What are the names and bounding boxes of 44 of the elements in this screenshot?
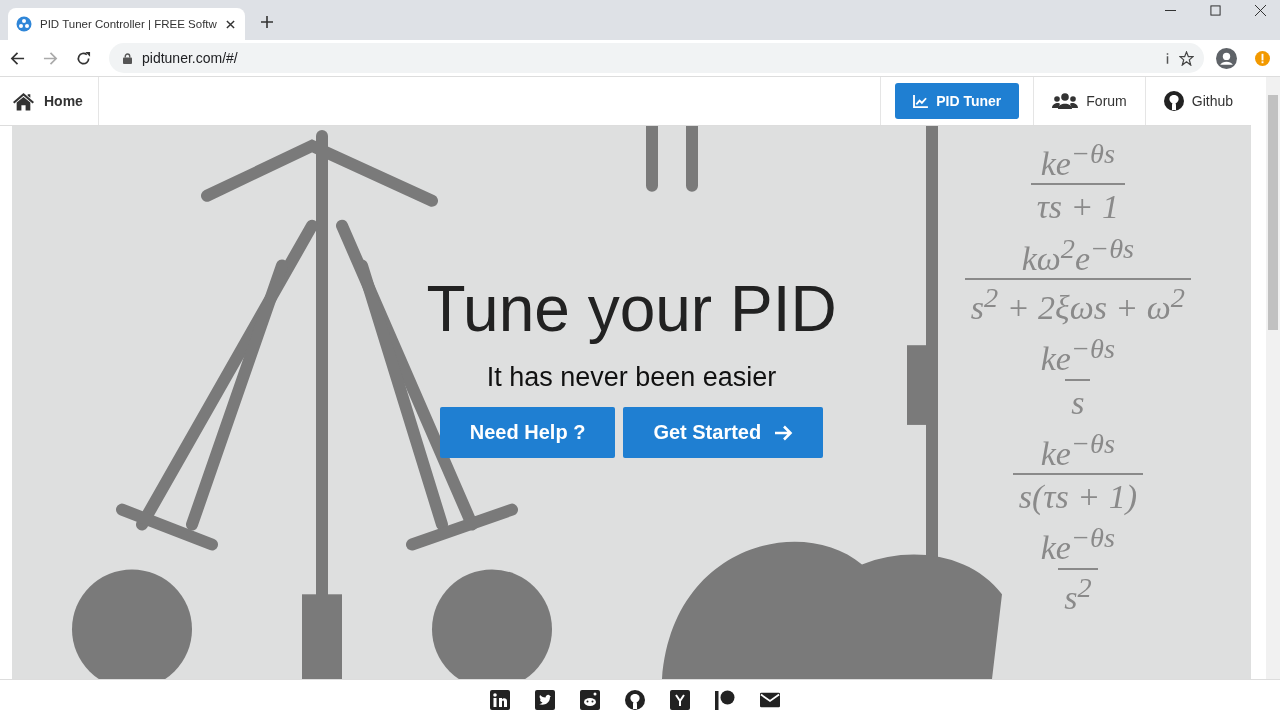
home-icon — [13, 91, 34, 111]
reload-icon[interactable] — [76, 50, 91, 66]
maximize-icon[interactable] — [1210, 5, 1221, 16]
tab-title: PID Tuner Controller | FREE Softw — [40, 18, 218, 30]
formula-numerator: ke$^{−θs}$ — [1039, 522, 1116, 568]
back-icon[interactable] — [10, 50, 25, 66]
favicon-icon — [16, 16, 32, 32]
twitter-icon[interactable] — [535, 690, 555, 710]
home-link[interactable]: Home — [0, 77, 99, 125]
hero-subtitle: It has never been easier — [486, 362, 777, 394]
new-tab-icon[interactable] — [261, 16, 273, 28]
arrow-right-icon — [775, 424, 794, 441]
formula-numerator: ke$^{−θs}$ — [1039, 333, 1116, 379]
formula-numerator: ke$^{−θs}$ — [1039, 138, 1116, 184]
linkedin-icon[interactable] — [490, 690, 510, 710]
lock-icon — [123, 52, 132, 64]
formula-denominator: τs + 1 — [1030, 183, 1126, 227]
info-icon[interactable] — [1166, 51, 1169, 65]
address-bar[interactable]: pidtuner.com/#/ — [109, 43, 1204, 73]
close-icon[interactable] — [1255, 5, 1266, 16]
chart-icon — [913, 94, 929, 108]
mail-icon[interactable] — [760, 690, 780, 710]
hacker-news-icon[interactable] — [670, 690, 690, 710]
browser-tab[interactable]: PID Tuner Controller | FREE Softw — [8, 8, 245, 40]
formula-denominator: s$^{2}$ — [1058, 567, 1098, 618]
users-icon — [1052, 93, 1079, 109]
star-icon[interactable] — [1179, 50, 1194, 66]
nav-link[interactable]: Github — [1159, 82, 1237, 120]
hero-title: Tune your PID — [426, 274, 837, 345]
close-tab-icon[interactable] — [226, 19, 235, 29]
formula-denominator: s$^{2}$ + 2ξωs + ω$^{2}$ — [964, 277, 1191, 328]
formula-denominator: s(τs + 1) — [1012, 473, 1143, 517]
formula-denominator: s — [1065, 378, 1091, 422]
url-text: pidtuner.com/#/ — [142, 50, 238, 66]
profile-icon[interactable] — [1216, 47, 1237, 69]
patreon-icon[interactable] — [715, 690, 735, 710]
formula-numerator: kω$^{2}$e$^{−θs}$ — [1020, 232, 1136, 278]
formula-numerator: ke$^{−θs}$ — [1039, 427, 1116, 474]
nav-link[interactable]: Forum — [1048, 84, 1131, 118]
get-started-button[interactable]: Get Started — [623, 407, 824, 459]
help-button[interactable]: Need Help ? — [439, 407, 616, 459]
nav-link[interactable]: PID Tuner — [895, 83, 1020, 119]
reddit-icon[interactable] — [580, 690, 600, 710]
scrollbar[interactable] — [1266, 77, 1280, 679]
